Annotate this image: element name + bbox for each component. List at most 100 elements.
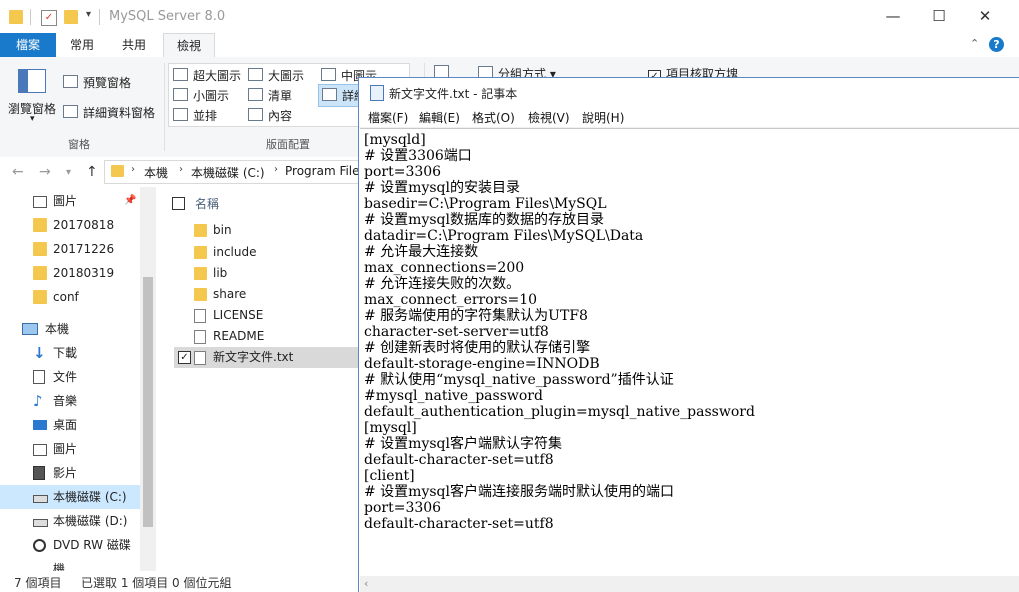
maximize-button[interactable]: ☐ — [916, 0, 962, 33]
name-column-header[interactable]: 名稱 — [195, 195, 219, 212]
close-button[interactable]: ✕ — [962, 0, 1008, 33]
folder-icon — [33, 266, 47, 280]
nav-item-20180319[interactable]: 20180319 — [0, 261, 140, 285]
scroll-left-icon[interactable]: ‹ — [364, 576, 368, 592]
navigation-pane: 圖片 📌 20170818 20171226 20180319 conf 本機 ↓… — [0, 187, 156, 576]
content-option[interactable]: 內容 — [248, 107, 292, 124]
tab-home[interactable]: 常用 — [58, 33, 106, 57]
folder-icon — [111, 165, 124, 177]
file-item-license[interactable]: LICENSE — [174, 305, 360, 326]
tab-view[interactable]: 檢視 — [163, 33, 215, 59]
divider — [164, 63, 165, 151]
collapse-ribbon-icon[interactable]: ⌃ — [970, 37, 979, 50]
text-line: basedir=C:\Program Files\MySQL — [364, 196, 607, 212]
nav-item-label: 20170818 — [53, 218, 115, 232]
pin-icon[interactable]: 📌 — [124, 189, 136, 213]
file-name: bin — [213, 223, 232, 237]
nav-item-pictures[interactable]: 圖片 📌 — [0, 189, 140, 213]
horizontal-scrollbar[interactable]: ‹ — [360, 576, 1019, 592]
text-line: default-character-set=utf8 — [364, 516, 554, 532]
nav-item-downloads[interactable]: ↓ 下載 — [0, 341, 140, 365]
nav-item-videos[interactable]: 影片 — [0, 461, 140, 485]
customize-toolbar-icon[interactable]: ▾ — [86, 9, 91, 20]
tab-file[interactable]: 檔案 — [0, 33, 56, 57]
forward-icon[interactable]: → — [39, 164, 51, 180]
breadcrumb-this-pc[interactable]: 本機 — [144, 164, 168, 181]
tiles-option[interactable]: 並排 — [173, 107, 217, 124]
file-item-include[interactable]: include — [174, 242, 360, 263]
nav-item-desktop[interactable]: 桌面 — [0, 413, 140, 437]
nav-scroll-thumb[interactable] — [143, 277, 153, 527]
nav-item-label: 本機磁碟 (D:) — [53, 514, 128, 528]
text-line: # 服务端使用的字符集默认为UTF8 — [364, 308, 588, 324]
large-icons-option[interactable]: 大圖示 — [248, 67, 304, 84]
details-pane-button[interactable]: 詳細資料窗格 — [63, 104, 155, 121]
notepad-text-area[interactable]: [mysqld] # 设置3306端口 port=3306 # 设置mysql的… — [360, 128, 1019, 577]
nav-item-label: 桌面 — [53, 418, 78, 432]
file-name: include — [213, 245, 257, 259]
file-name: 新文字文件.txt — [213, 350, 294, 364]
list-option[interactable]: 清單 — [248, 87, 292, 104]
videos-icon — [33, 466, 45, 480]
nav-item-this-pc[interactable]: 本機 — [0, 317, 140, 341]
breadcrumb-drive-c[interactable]: 本機磁碟 (C:) — [191, 164, 265, 181]
file-item-txt[interactable]: ✓ 新文字文件.txt — [174, 347, 360, 368]
notepad-window: 新文字文件.txt - 記事本 檔案(F) 編輯(E) 格式(O) 檢視(V) … — [358, 77, 1019, 592]
file-item-share[interactable]: share — [174, 284, 360, 305]
nav-item-conf[interactable]: conf — [0, 285, 140, 309]
menu-help[interactable]: 說明(H) — [582, 109, 624, 126]
extra-large-icons-option[interactable]: 超大圖示 — [173, 67, 241, 84]
view-icon — [248, 88, 263, 101]
pictures-icon — [33, 444, 47, 456]
folder-icon — [33, 218, 47, 232]
file-item-lib[interactable]: lib — [174, 263, 360, 284]
tab-share[interactable]: 共用 — [110, 33, 158, 57]
nav-scrollbar[interactable] — [140, 187, 156, 571]
file-item-bin[interactable]: bin — [174, 220, 360, 241]
file-item-readme[interactable]: README — [174, 326, 360, 347]
preview-pane-button[interactable]: 預覽窗格 — [63, 74, 131, 91]
back-icon[interactable]: ← — [12, 164, 24, 180]
dvd-icon — [33, 539, 46, 552]
menu-format[interactable]: 格式(O) — [472, 109, 515, 126]
breadcrumb-program-files[interactable]: Program Files — [285, 164, 366, 178]
folder-icon — [194, 224, 207, 237]
menu-file[interactable]: 檔案(F) — [368, 109, 408, 126]
status-bar: 7 個項目 已選取 1 個項目 0 個位元組 — [0, 571, 360, 591]
view-icon — [322, 88, 337, 101]
minimize-button[interactable]: — — [870, 0, 916, 33]
nav-item-20171226[interactable]: 20171226 — [0, 237, 140, 261]
nav-item-dvd[interactable]: DVD RW 磁碟機 — [0, 533, 140, 576]
text-line: # 设置3306端口 — [364, 148, 472, 164]
layout-label: 內容 — [268, 109, 293, 123]
nav-item-pictures-2[interactable]: 圖片 — [0, 437, 140, 461]
file-name: LICENSE — [213, 308, 264, 322]
nav-item-20170818[interactable]: 20170818 — [0, 213, 140, 237]
drive-icon — [33, 519, 48, 527]
address-bar: ← → ▾ ↑ › 本機 › 本機磁碟 (C:) › Program Files — [0, 157, 366, 185]
nav-item-label: 本機 — [45, 322, 70, 336]
menu-view[interactable]: 檢視(V) — [528, 109, 570, 126]
new-folder-icon[interactable] — [64, 10, 78, 24]
menu-edit[interactable]: 編輯(E) — [419, 109, 460, 126]
recent-locations-icon[interactable]: ▾ — [66, 167, 71, 178]
item-checkbox[interactable]: ✓ — [178, 351, 191, 364]
folder-icon — [194, 267, 207, 280]
nav-item-music[interactable]: ♪ 音樂 — [0, 389, 140, 413]
properties-icon[interactable]: ✓ — [41, 10, 57, 26]
text-line: # 默认使用“mysql_native_password”插件认证 — [364, 372, 674, 388]
drive-icon — [33, 495, 48, 503]
help-icon[interactable]: ? — [989, 37, 1004, 52]
address-path[interactable]: › 本機 › 本機磁碟 (C:) › Program Files — [104, 160, 366, 184]
folder-icon — [33, 242, 47, 256]
nav-item-documents[interactable]: 文件 — [0, 365, 140, 389]
nav-item-label: 20171226 — [53, 242, 115, 256]
nav-item-drive-d[interactable]: 本機磁碟 (D:) — [0, 509, 140, 533]
selected-count: 已選取 1 個項目 — [81, 576, 169, 590]
small-icons-option[interactable]: 小圖示 — [173, 87, 229, 104]
up-icon[interactable]: ↑ — [86, 164, 98, 180]
select-all-checkbox[interactable] — [172, 197, 185, 210]
pictures-icon — [33, 196, 47, 208]
nav-item-drive-c[interactable]: 本機磁碟 (C:) — [0, 485, 140, 509]
text-line: # 设置mysql的安装目录 — [364, 180, 520, 196]
